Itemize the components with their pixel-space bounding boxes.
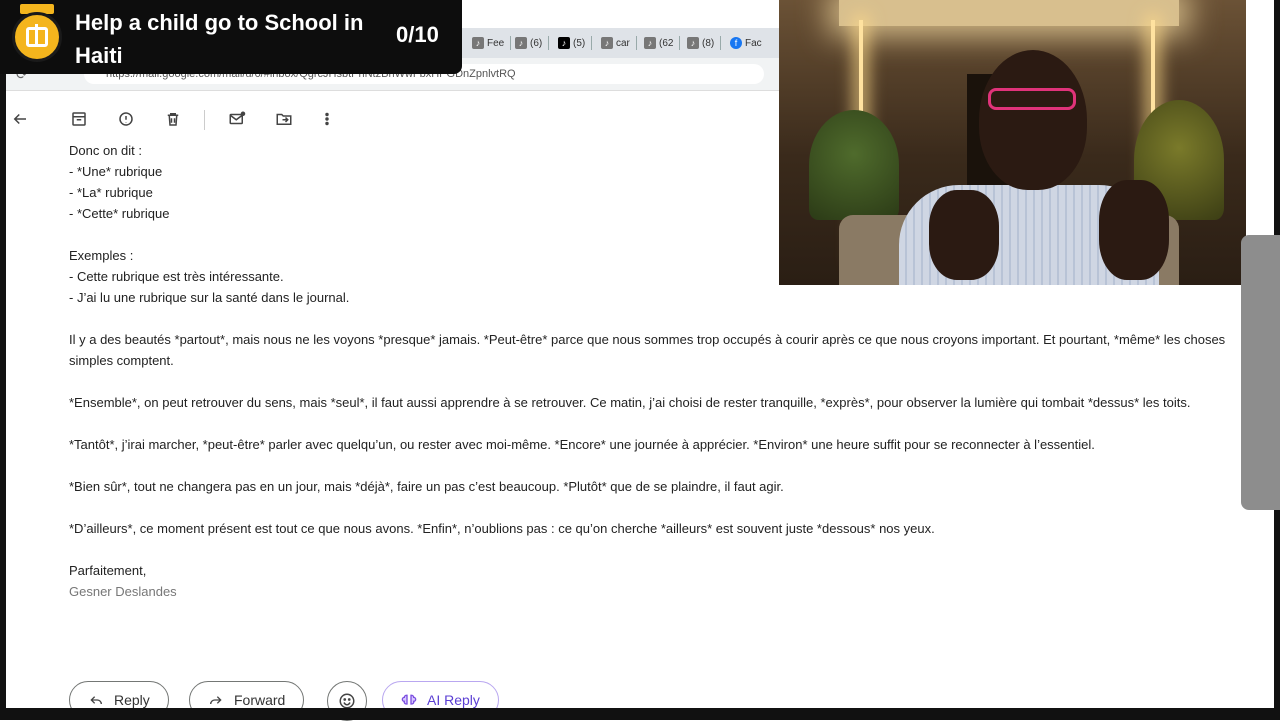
closing-line: Parfaitement, — [69, 563, 147, 578]
tiktok-icon: ♪ — [601, 37, 613, 49]
browser-tab[interactable]: ♪ car — [601, 34, 637, 52]
body-paragraph: *Tantôt*, j’irai marcher, *peut-être* pa… — [69, 437, 1095, 452]
more-options-icon[interactable] — [316, 108, 338, 130]
browser-tab[interactable]: ♪ (62 — [644, 34, 681, 52]
plant-left — [809, 110, 899, 220]
forward-icon — [210, 696, 222, 705]
archive-icon[interactable] — [68, 108, 90, 130]
side-panel-handle — [1241, 235, 1280, 510]
mark-unread-icon[interactable] — [226, 108, 248, 130]
tiktok-icon: ♪ — [558, 37, 570, 49]
banner-title: Help a child go to School in Haiti — [75, 10, 364, 68]
toolbar-divider — [204, 110, 205, 130]
facebook-icon: f — [730, 37, 742, 49]
tiktok-icon: ♪ — [687, 37, 699, 49]
delete-icon[interactable] — [162, 108, 184, 130]
list-item: - J’ai lu une rubrique sur la santé dans… — [69, 290, 350, 305]
gift-icon — [12, 12, 62, 62]
report-spam-icon[interactable] — [115, 108, 137, 130]
browser-tab[interactable]: ♪ (5) — [558, 34, 593, 52]
webcam-overlay — [779, 0, 1246, 285]
move-to-icon[interactable] — [273, 108, 295, 130]
glasses — [988, 88, 1076, 110]
body-paragraph: *Bien sûr*, tout ne changera pas en un j… — [69, 479, 784, 494]
browser-tab[interactable]: ♪ (6) — [515, 34, 550, 52]
signature: Gesner Deslandes — [69, 584, 177, 599]
reply-label: Reply — [114, 692, 150, 708]
email-toolbar — [6, 100, 780, 138]
banner-progress: 0/10 — [396, 22, 439, 47]
reply-icon — [90, 696, 102, 705]
brain-icon — [401, 694, 417, 705]
tiktok-icon: ♪ — [472, 37, 484, 49]
back-arrow-icon[interactable] — [9, 108, 31, 130]
forward-label: Forward — [234, 692, 286, 708]
bottom-frame — [0, 708, 1280, 720]
browser-tab[interactable]: ♪ (8) — [687, 34, 722, 52]
browser-tab[interactable]: f Fac — [730, 34, 762, 52]
body-paragraph: *D’ailleurs*, ce moment présent est tout… — [69, 521, 935, 536]
tiktok-icon: ♪ — [515, 37, 527, 49]
donation-banner[interactable]: Help a child go to School in Haiti 0/10 — [0, 0, 462, 74]
tiktok-icon: ♪ — [644, 37, 656, 49]
presenter-head — [979, 50, 1087, 190]
body-paragraph: Il y a des beautés *partout*, mais nous … — [69, 332, 1226, 368]
body-paragraph: *Ensemble*, on peut retrouver du sens, m… — [69, 395, 1191, 410]
presenter-hand-left — [929, 190, 999, 280]
browser-tab[interactable]: ♪ Fee — [472, 34, 512, 52]
presenter-hand-right — [1099, 180, 1169, 280]
ai-reply-label: AI Reply — [427, 692, 480, 708]
